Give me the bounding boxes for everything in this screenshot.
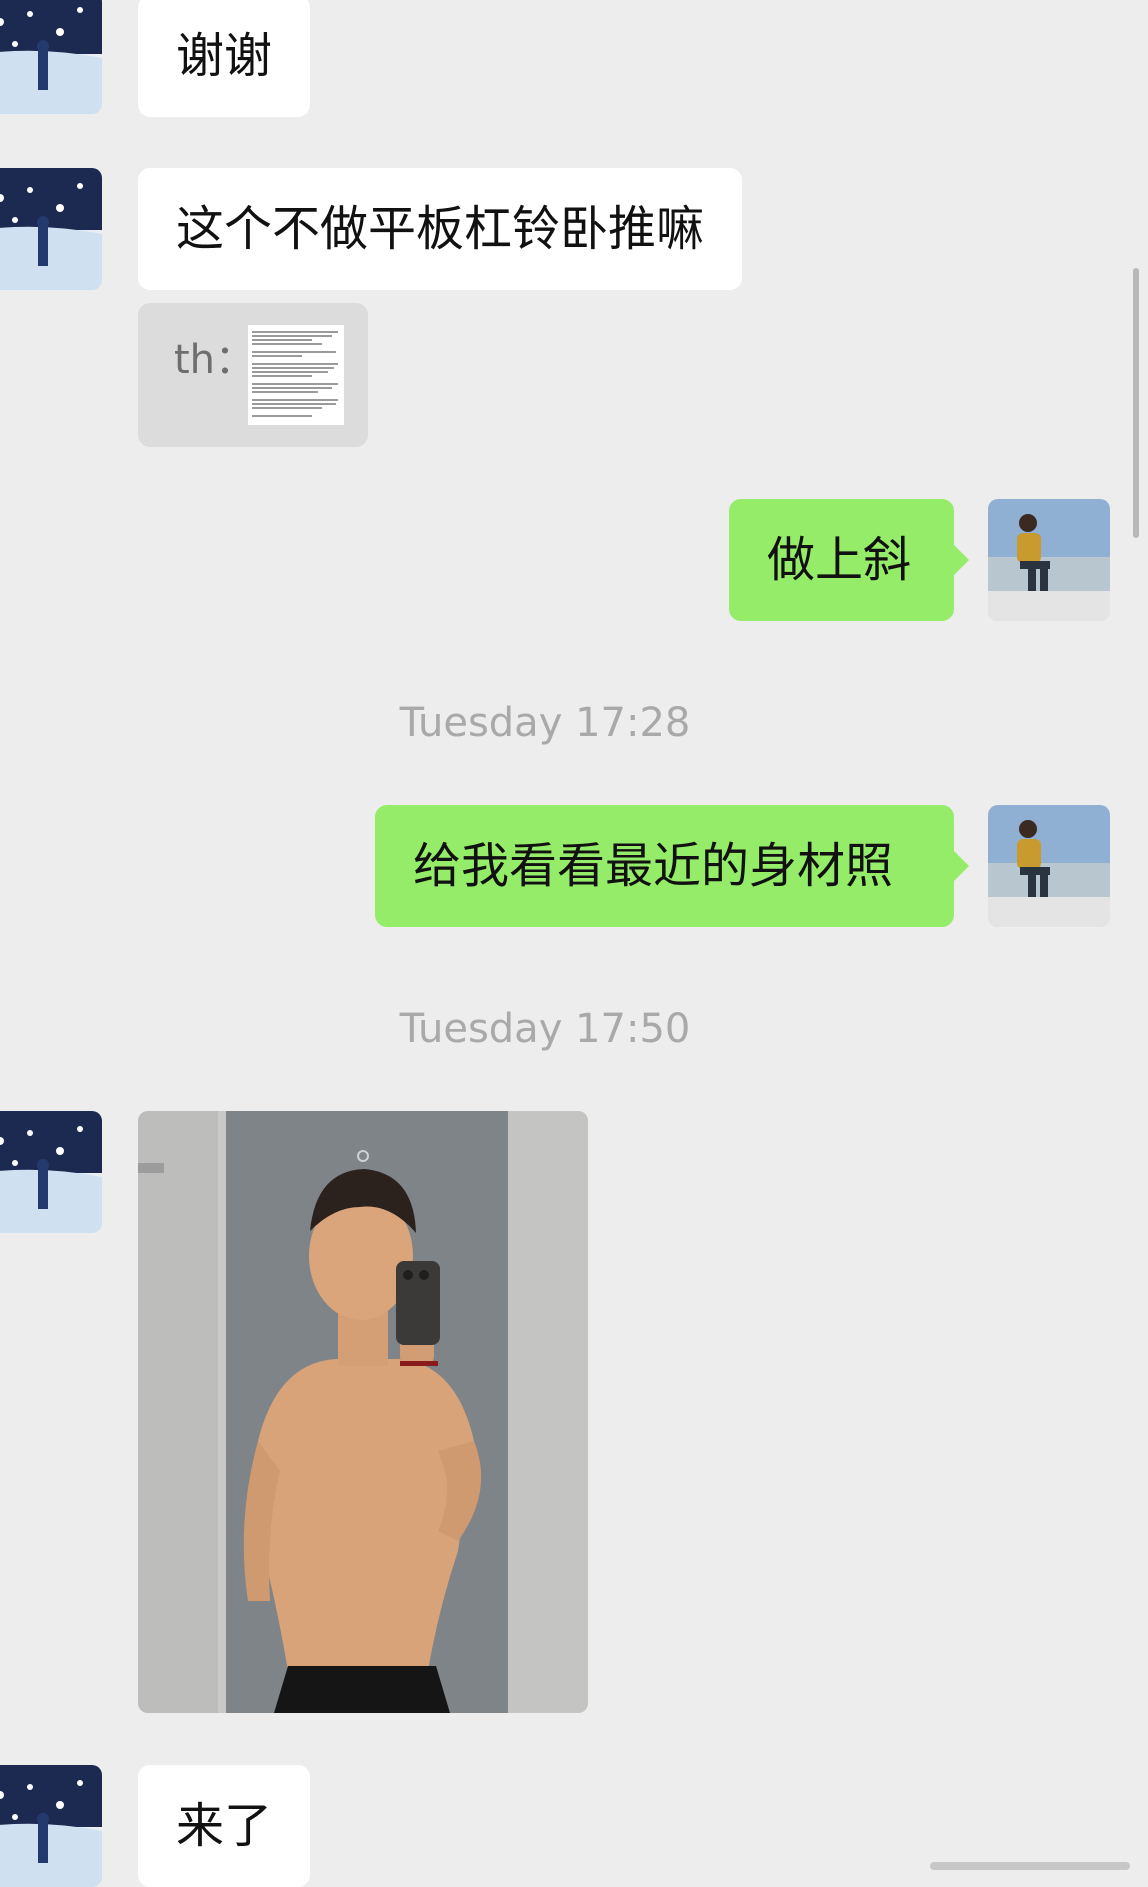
contact-avatar[interactable] bbox=[0, 1765, 102, 1887]
contact-avatar[interactable] bbox=[0, 1111, 102, 1233]
message-text: 这个不做平板杠铃卧推嘛 bbox=[176, 201, 705, 257]
message-bubble-incoming[interactable]: 谢谢 bbox=[138, 0, 311, 117]
message-text: 做上斜 bbox=[767, 532, 912, 588]
scrollbar[interactable] bbox=[1133, 268, 1139, 538]
my-avatar-image bbox=[988, 805, 1110, 927]
contact-avatar[interactable] bbox=[0, 168, 102, 290]
message-text: 谢谢 bbox=[176, 28, 273, 84]
image-message[interactable] bbox=[138, 1111, 588, 1713]
document-thumbnail-icon bbox=[248, 325, 344, 425]
quoted-message[interactable]: th： bbox=[138, 303, 368, 447]
home-indicator bbox=[930, 1862, 1130, 1870]
chat-timestamp: Tuesday 17:28 bbox=[399, 700, 691, 746]
quote-label: th： bbox=[174, 337, 256, 383]
my-avatar[interactable] bbox=[988, 499, 1110, 621]
contact-avatar[interactable] bbox=[0, 0, 102, 114]
quote-document-thumbnail[interactable] bbox=[248, 325, 344, 425]
message-bubble-outgoing[interactable]: 给我看看最近的身材照 bbox=[375, 805, 969, 927]
contact-avatar-image bbox=[0, 1765, 102, 1887]
contact-avatar-image bbox=[0, 168, 102, 290]
contact-avatar-image bbox=[0, 0, 102, 114]
message-bubble-outgoing[interactable]: 做上斜 bbox=[729, 499, 969, 621]
my-avatar-image bbox=[988, 499, 1110, 621]
mirror-selfie-photo bbox=[138, 1111, 588, 1713]
my-avatar[interactable] bbox=[988, 805, 1110, 927]
message-bubble-incoming[interactable]: 来了 bbox=[138, 1765, 311, 1887]
chat-timestamp: Tuesday 17:50 bbox=[399, 1006, 691, 1052]
message-text: 来了 bbox=[176, 1798, 273, 1854]
message-text: 给我看看最近的身材照 bbox=[413, 838, 894, 894]
message-bubble-incoming[interactable]: 这个不做平板杠铃卧推嘛 bbox=[138, 168, 743, 290]
contact-avatar-image bbox=[0, 1111, 102, 1233]
